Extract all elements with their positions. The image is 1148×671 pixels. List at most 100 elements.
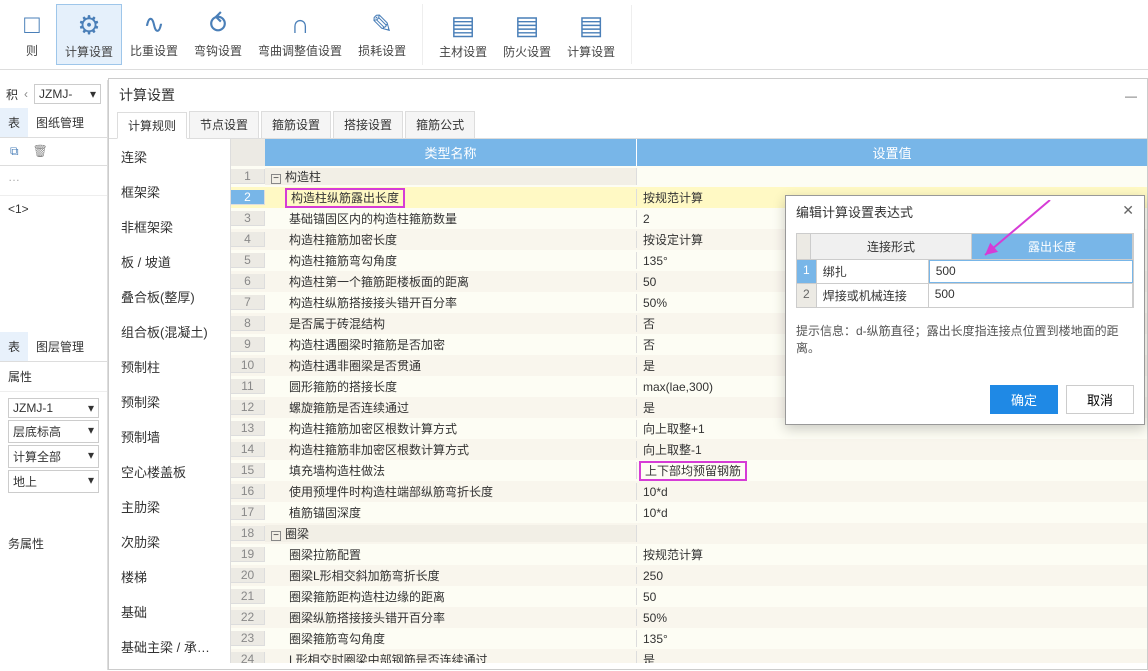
row-name: 圈梁箍筋距构造柱边缘的距离 [265, 588, 637, 605]
grid-row[interactable]: 23圈梁箍筋弯勾角度135° [231, 628, 1147, 649]
cat-item[interactable]: 主肋梁 [109, 489, 230, 524]
cancel-button[interactable]: 取消 [1066, 385, 1134, 414]
popup-th: 连接形式 [811, 234, 972, 259]
left-prop-rows: JZMJ-1▾层底标高▾计算全部▾地上▾ [0, 392, 107, 499]
popup-title: 编辑计算设置表达式 [796, 202, 913, 221]
cat-item[interactable]: 空心楼盖板 [109, 454, 230, 489]
dialog-title: 计算设置 [109, 79, 1147, 111]
cat-item[interactable]: 连梁 [109, 139, 230, 174]
toolbar-icon: ⚙ [73, 9, 105, 41]
grid-row[interactable]: 19圈梁拉筋配置按规范计算 [231, 544, 1147, 565]
collapse-icon[interactable]: − [271, 531, 281, 541]
tab-计算规则[interactable]: 计算规则 [117, 112, 187, 139]
ok-button[interactable]: 确定 [990, 385, 1058, 414]
cat-item[interactable]: 非框架梁 [109, 209, 230, 244]
tab-layers[interactable]: 图层管理 [28, 332, 92, 361]
cat-item[interactable]: 预制墙 [109, 419, 230, 454]
popup-row[interactable]: 2焊接或机械连接500 [797, 283, 1133, 307]
row-name: 圈梁箍筋弯勾角度 [265, 630, 637, 647]
row-value[interactable]: 按规范计算 [637, 546, 1147, 563]
tab-drawings[interactable]: 图纸管理 [28, 108, 92, 137]
toolbar-计算设置[interactable]: ⚙计算设置 [56, 4, 122, 65]
toolbar-计算设置[interactable]: ▤计算设置 [559, 5, 623, 64]
row-value[interactable]: 250 [637, 569, 1147, 583]
toolbar-比重设置[interactable]: ∿比重设置 [122, 4, 186, 63]
toolbar-主材设置[interactable]: ▤主材设置 [431, 5, 495, 64]
row-value[interactable]: 135° [637, 632, 1147, 646]
row-name: 植筋锚固深度 [265, 504, 637, 521]
row-value[interactable]: 50% [637, 611, 1147, 625]
cat-item[interactable]: 叠合板(整厚) [109, 279, 230, 314]
left-foot: 务属性 [0, 529, 107, 558]
collapse-icon[interactable]: − [271, 174, 281, 184]
cat-item[interactable]: 框架梁 [109, 174, 230, 209]
copy-icon[interactable]: ⧉ [10, 144, 19, 159]
row-value[interactable]: 向上取整-1 [637, 441, 1147, 458]
row-name: 构造柱遇圈梁时箍筋是否加密 [265, 336, 637, 353]
row-name: 基础锚固区内的构造柱箍筋数量 [265, 210, 637, 227]
dialog-tabs: 计算规则节点设置箍筋设置搭接设置箍筋公式 [109, 111, 1147, 139]
delete-icon[interactable]: 🗑 [33, 144, 48, 159]
row-name: 构造柱纵筋露出长度 [265, 189, 637, 206]
tab-sheet[interactable]: 表 [0, 108, 28, 137]
left-prop-row[interactable]: JZMJ-1▾ [8, 398, 99, 418]
cat-item[interactable]: 次肋梁 [109, 524, 230, 559]
left-prop-row[interactable]: 层底标高▾ [8, 420, 99, 443]
tab-搭接设置[interactable]: 搭接设置 [333, 111, 403, 138]
minimize-icon[interactable]: — [1125, 89, 1137, 103]
prop-header: 属性 [0, 362, 107, 392]
cat-item[interactable]: 基础主梁 / 承… [109, 629, 230, 663]
tab-箍筋公式[interactable]: 箍筋公式 [405, 111, 475, 138]
toolbar-损耗设置[interactable]: ✎损耗设置 [350, 4, 414, 63]
row-name: 螺旋箍筋是否连续通过 [265, 399, 637, 416]
row-value[interactable]: 是 [637, 651, 1147, 663]
tab-sheet2[interactable]: 表 [0, 332, 28, 361]
top-select[interactable]: JZMJ-▾ [34, 84, 101, 104]
grid-section[interactable]: 1−构造柱 [231, 166, 1147, 187]
row-name: 构造柱箍筋加密区根数计算方式 [265, 420, 637, 437]
toolbar-icon: ▤ [447, 9, 479, 41]
grid-row[interactable]: 20圈梁L形相交斜加筋弯折长度250 [231, 565, 1147, 586]
row-name: −圈梁 [265, 525, 637, 542]
grid-row[interactable]: 17植筋锚固深度10*d [231, 502, 1147, 523]
cat-item[interactable]: 预制柱 [109, 349, 230, 384]
left-row2: <1> [0, 196, 107, 222]
row-value[interactable]: 50 [637, 590, 1147, 604]
row-name: 构造柱箍筋弯勾角度 [265, 252, 637, 269]
cat-item[interactable]: 板 / 坡道 [109, 244, 230, 279]
grid-row[interactable]: 24L形相交时圈梁中部钢筋是否连续通过是 [231, 649, 1147, 663]
tab-箍筋设置[interactable]: 箍筋设置 [261, 111, 331, 138]
left-prop-row[interactable]: 地上▾ [8, 470, 99, 493]
row-name: 圈梁拉筋配置 [265, 546, 637, 563]
popup-cell-editable[interactable]: 500 [929, 284, 1133, 307]
grid-section[interactable]: 18−圈梁 [231, 523, 1147, 544]
tab-节点设置[interactable]: 节点设置 [189, 111, 259, 138]
grid-row[interactable]: 15填充墙构造柱做法上下部均预留钢筋 [231, 460, 1147, 481]
grid-row[interactable]: 22圈梁纵筋搭接接头错开百分率50% [231, 607, 1147, 628]
row-name: 构造柱第一个箍筋距楼板面的距离 [265, 273, 637, 290]
row-name: 构造柱箍筋加密长度 [265, 231, 637, 248]
cat-item[interactable]: 基础 [109, 594, 230, 629]
left-prop-row[interactable]: 计算全部▾ [8, 445, 99, 468]
cat-item[interactable]: 组合板(混凝土) [109, 314, 230, 349]
popup-th: 露出长度 [972, 234, 1133, 259]
popup-row[interactable]: 1绑扎500 [797, 259, 1133, 283]
toolbar-防火设置[interactable]: ▤防火设置 [495, 5, 559, 64]
toolbar-则[interactable]: □则 [8, 4, 56, 63]
row-value[interactable]: 10*d [637, 506, 1147, 520]
grid-row[interactable]: 21圈梁箍筋距构造柱边缘的距离50 [231, 586, 1147, 607]
grid-row[interactable]: 16使用预埋件时构造柱端部纵筋弯折长度10*d [231, 481, 1147, 502]
row-value[interactable]: 10*d [637, 485, 1147, 499]
toolbar-弯曲调整值设置[interactable]: ∩弯曲调整值设置 [250, 4, 350, 63]
popup-cell-editable[interactable]: 500 [929, 260, 1133, 283]
cat-item[interactable]: 预制梁 [109, 384, 230, 419]
row-name: 构造柱箍筋非加密区根数计算方式 [265, 441, 637, 458]
toolbar-icon: ✎ [366, 8, 398, 40]
grid-row[interactable]: 14构造柱箍筋非加密区根数计算方式向上取整-1 [231, 439, 1147, 460]
cat-item[interactable]: 楼梯 [109, 559, 230, 594]
close-icon[interactable]: ✕ [1122, 202, 1134, 221]
row-name: 圈梁纵筋搭接接头错开百分率 [265, 609, 637, 626]
row-value[interactable]: 上下部均预留钢筋 [637, 462, 1147, 479]
row-name: 构造柱纵筋搭接接头错开百分率 [265, 294, 637, 311]
toolbar-弯钩设置[interactable]: ⥀弯钩设置 [186, 4, 250, 63]
